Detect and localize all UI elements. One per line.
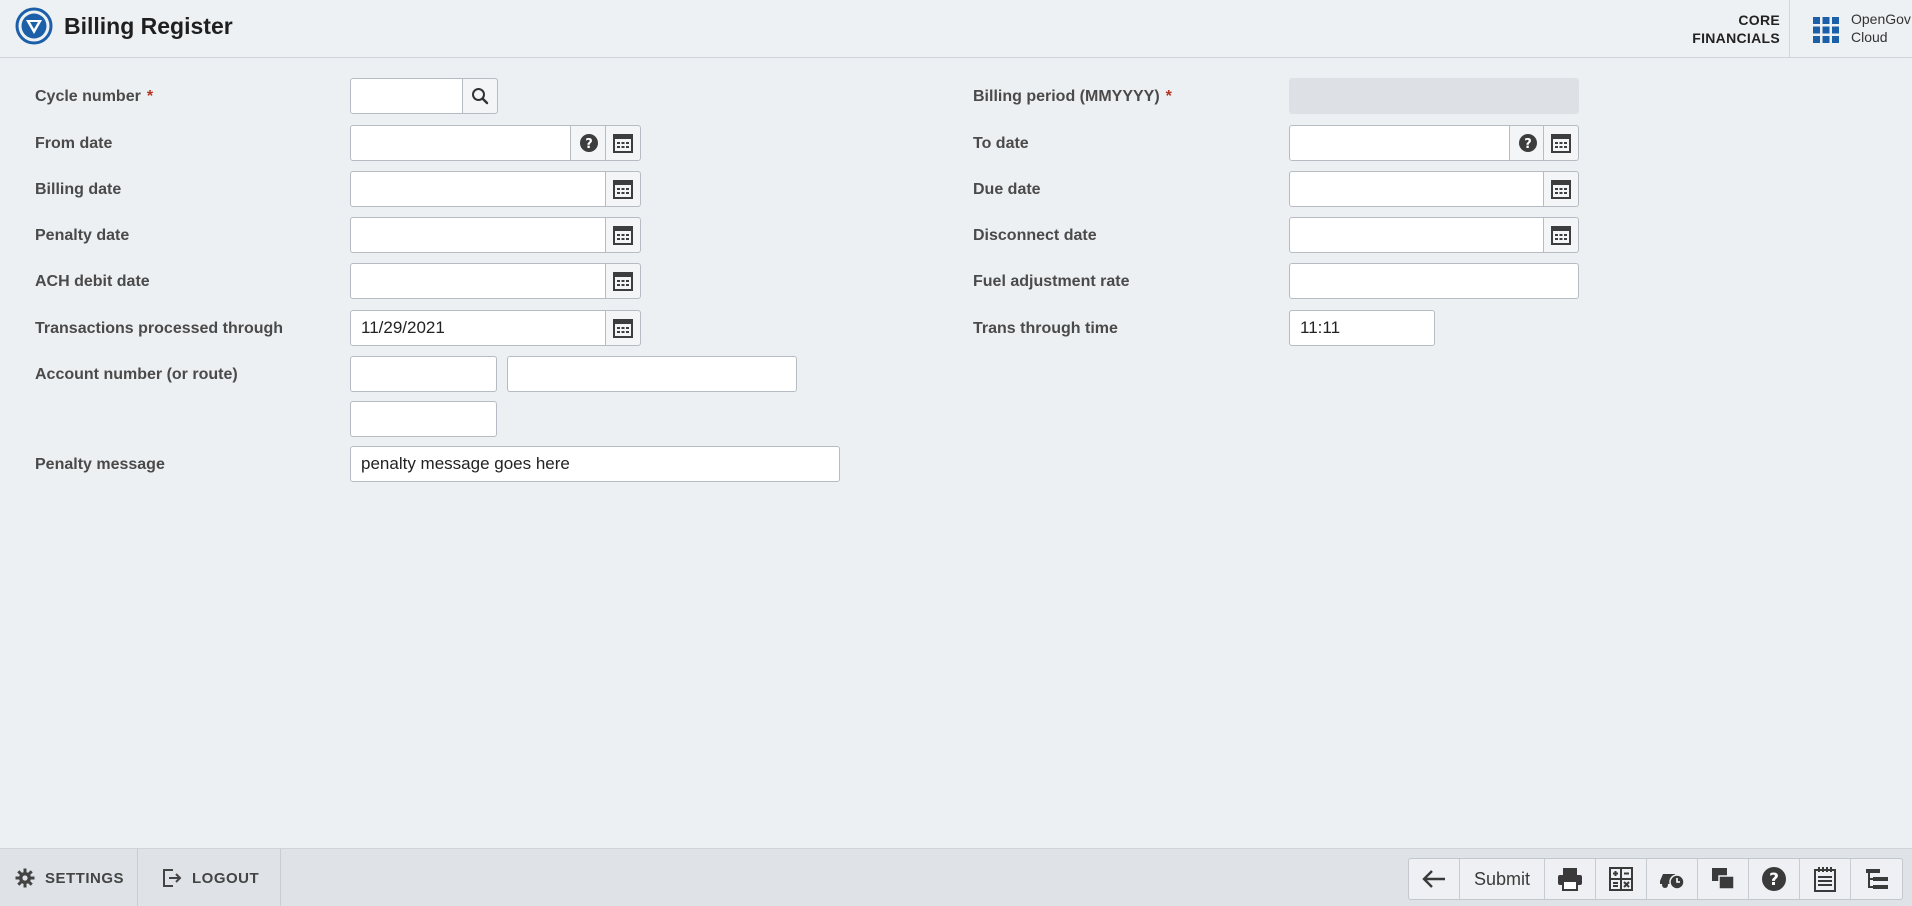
calendar-icon bbox=[613, 319, 633, 338]
cycle-number-search-button[interactable] bbox=[462, 78, 498, 114]
due-date-input[interactable] bbox=[1289, 171, 1544, 207]
fuel-adjustment-rate-label: Fuel adjustment rate bbox=[973, 273, 1130, 290]
ach-debit-date-calendar-button[interactable] bbox=[605, 263, 641, 299]
logout-label: LOGOUT bbox=[192, 869, 260, 887]
product-name: CORE FINANCIALS bbox=[1692, 11, 1780, 47]
help-icon: ? bbox=[1762, 867, 1787, 891]
penalty-message-input[interactable] bbox=[350, 446, 840, 482]
stacked-windows-icon bbox=[1712, 868, 1735, 890]
back-button[interactable] bbox=[1409, 859, 1460, 899]
calendar-icon bbox=[1551, 134, 1571, 153]
account-number-label: Account number (or route) bbox=[35, 366, 238, 383]
to-date-input[interactable] bbox=[1289, 125, 1510, 161]
schedule-button[interactable] bbox=[1647, 859, 1699, 899]
logout-button[interactable]: LOGOUT bbox=[138, 849, 281, 906]
notes-button[interactable] bbox=[1800, 859, 1852, 899]
calculator-icon bbox=[1609, 867, 1634, 891]
cycle-number-label: Cycle number * bbox=[35, 88, 154, 105]
fuel-adjustment-rate-input[interactable] bbox=[1289, 263, 1579, 299]
cycle-number-input[interactable] bbox=[350, 78, 463, 114]
tree-structure-icon bbox=[1865, 869, 1888, 889]
help-button[interactable]: ? bbox=[1749, 859, 1801, 899]
print-button[interactable] bbox=[1545, 859, 1597, 899]
penalty-date-input[interactable] bbox=[350, 217, 606, 253]
action-toolbar: Submit ? bbox=[1408, 858, 1904, 900]
from-date-label: From date bbox=[35, 135, 113, 152]
svg-text:?: ? bbox=[585, 137, 593, 152]
calculator-button[interactable] bbox=[1596, 859, 1648, 899]
footer-bar: SETTINGS LOGOUT Submit ? bbox=[0, 848, 1912, 906]
product-name-line1: CORE bbox=[1738, 12, 1780, 28]
trans-through-time-input[interactable] bbox=[1289, 310, 1435, 346]
from-date-input[interactable] bbox=[350, 125, 571, 161]
calendar-icon bbox=[613, 226, 633, 245]
header-divider bbox=[1789, 0, 1790, 58]
calendar-icon bbox=[613, 180, 633, 199]
billing-period-input[interactable] bbox=[1289, 78, 1579, 114]
to-date-label: To date bbox=[973, 135, 1029, 152]
due-date-label: Due date bbox=[973, 181, 1041, 198]
disconnect-date-calendar-button[interactable] bbox=[1543, 217, 1579, 253]
logout-icon bbox=[163, 869, 182, 887]
trans-through-time-label: Trans through time bbox=[973, 320, 1118, 337]
settings-label: SETTINGS bbox=[45, 869, 125, 887]
header-bar: Billing Register CORE FINANCIALS OpenGov… bbox=[0, 0, 1912, 58]
calendar-icon bbox=[1551, 226, 1571, 245]
tree-view-button[interactable] bbox=[1851, 859, 1902, 899]
transactions-processed-through-calendar-button[interactable] bbox=[605, 310, 641, 346]
account-number-input-3[interactable] bbox=[350, 401, 497, 437]
penalty-message-label: Penalty message bbox=[35, 456, 165, 473]
billing-date-label: Billing date bbox=[35, 181, 122, 198]
from-date-help-button[interactable]: ? bbox=[570, 125, 606, 161]
due-date-calendar-button[interactable] bbox=[1543, 171, 1579, 207]
account-number-input-1[interactable] bbox=[350, 356, 497, 392]
disconnect-date-input[interactable] bbox=[1289, 217, 1544, 253]
billing-period-label: Billing period (MMYYYY) * bbox=[973, 88, 1172, 105]
required-marker: * bbox=[146, 88, 154, 105]
copy-windows-button[interactable] bbox=[1698, 859, 1750, 899]
search-icon bbox=[472, 88, 489, 105]
ach-debit-date-label: ACH debit date bbox=[35, 273, 150, 290]
disconnect-date-label: Disconnect date bbox=[973, 227, 1097, 244]
brand-line1: OpenGov bbox=[1851, 11, 1911, 27]
printer-icon bbox=[1558, 868, 1583, 891]
notepad-icon bbox=[1814, 867, 1837, 892]
billing-date-input[interactable] bbox=[350, 171, 606, 207]
calendar-icon bbox=[1551, 180, 1571, 199]
brand-line2: Cloud bbox=[1851, 29, 1888, 45]
calendar-icon bbox=[613, 134, 633, 153]
settings-button[interactable]: SETTINGS bbox=[0, 849, 138, 906]
help-icon: ? bbox=[579, 134, 598, 152]
calendar-icon bbox=[613, 272, 633, 291]
billing-date-calendar-button[interactable] bbox=[605, 171, 641, 207]
to-date-help-button[interactable]: ? bbox=[1509, 125, 1545, 161]
svg-text:?: ? bbox=[1524, 137, 1532, 152]
transactions-processed-through-input[interactable] bbox=[350, 310, 606, 346]
account-number-input-2[interactable] bbox=[507, 356, 797, 392]
penalty-date-label: Penalty date bbox=[35, 227, 130, 244]
from-date-calendar-button[interactable] bbox=[605, 125, 641, 161]
transactions-processed-through-label: Transactions processed through bbox=[35, 320, 284, 337]
submit-button[interactable]: Submit bbox=[1460, 859, 1546, 899]
help-icon: ? bbox=[1518, 134, 1537, 152]
svg-text:?: ? bbox=[1769, 870, 1779, 890]
car-clock-icon bbox=[1660, 874, 1685, 890]
ach-debit-date-input[interactable] bbox=[350, 263, 606, 299]
opengov-logo-icon[interactable] bbox=[15, 7, 53, 45]
app-grid-icon[interactable] bbox=[1812, 16, 1840, 44]
penalty-date-calendar-button[interactable] bbox=[605, 217, 641, 253]
product-name-line2: FINANCIALS bbox=[1692, 30, 1780, 46]
to-date-calendar-button[interactable] bbox=[1543, 125, 1579, 161]
arrow-left-icon bbox=[1422, 870, 1445, 888]
gear-icon bbox=[15, 868, 35, 888]
required-marker: * bbox=[1165, 88, 1172, 105]
page-title: Billing Register bbox=[64, 13, 233, 39]
brand-name[interactable]: OpenGov Cloud bbox=[1851, 10, 1911, 46]
